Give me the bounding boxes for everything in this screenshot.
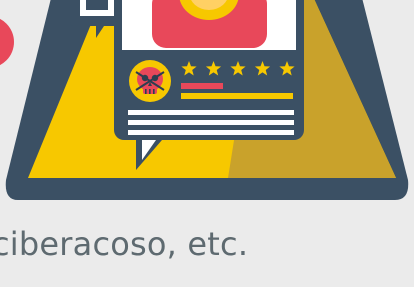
review-line-red (181, 83, 223, 89)
user-avatar-icon (152, 0, 267, 48)
caption-text: ciberacoso, etc. (0, 225, 249, 263)
review-line (128, 130, 294, 135)
skull-icon (129, 60, 171, 102)
review-line (128, 120, 294, 125)
red-dot-icon (0, 18, 14, 66)
review-line (128, 110, 294, 115)
review-line-yellow (181, 93, 293, 99)
